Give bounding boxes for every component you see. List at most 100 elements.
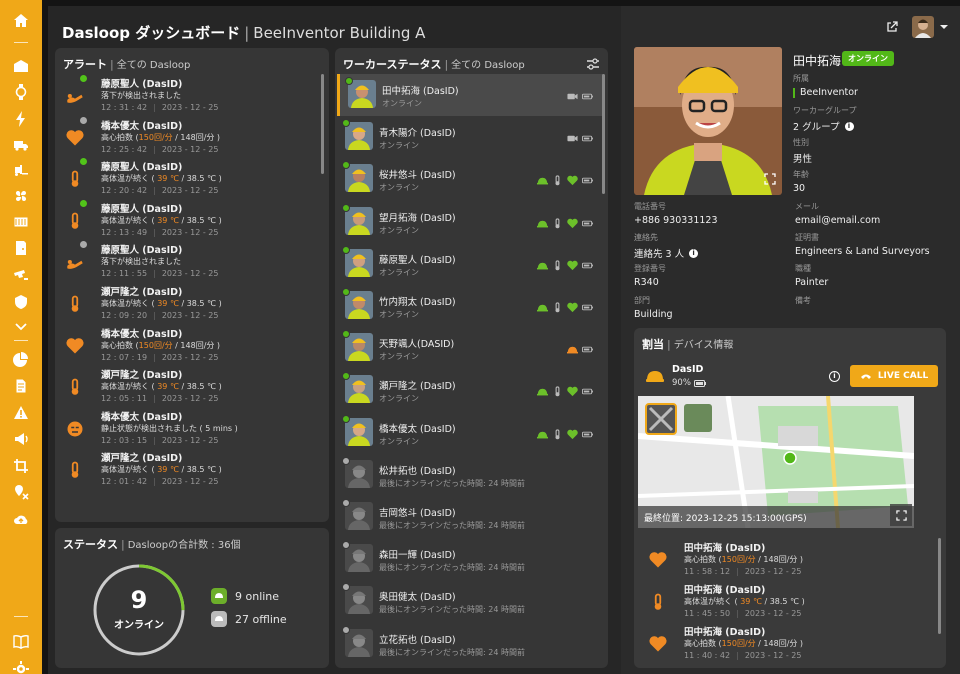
worker-list-item[interactable]: 桜井悠斗 (DasID) オンライン	[337, 158, 603, 200]
worker-name: 望月拓海 (DasID)	[379, 212, 456, 224]
crop-icon[interactable]	[11, 456, 31, 476]
heart-icon	[65, 336, 85, 356]
pie-chart-icon[interactable]	[11, 349, 31, 369]
alerts-scrollbar[interactable]	[321, 74, 324, 174]
worker-status-text: 最後にオンラインだった時間: 24 時間前	[379, 521, 525, 530]
heart-icon	[567, 382, 578, 401]
location-map[interactable]: 最終位置: 2023-12-25 15:13:00(GPS)	[638, 396, 914, 528]
worker-list-item[interactable]: 奥田健太 (DasID) 最後にオンラインだった時間: 24 時間前	[337, 580, 603, 622]
alert-item[interactable]: 田中拓海 (DasID) 高心拍数 (150回/分 / 148回/分 ) 11 …	[648, 624, 928, 666]
worker-name: 天野颯人(DASID)	[379, 339, 455, 351]
worker-list-item[interactable]: 望月拓海 (DasID) オンライン	[337, 201, 603, 243]
alert-item[interactable]: 瀬戸隆之 (DasID) 高体温が続く ( 39 ℃ / 38.5 ℃ ) 12…	[65, 450, 315, 492]
workers-header: ワーカーステータス | 全ての Dasloop	[343, 56, 525, 72]
building-icon[interactable]	[11, 56, 31, 76]
assignment-sub: デバイス情報	[673, 340, 734, 351]
alert-worker-name: 橋本優太 (DasID)	[101, 120, 183, 132]
alert-message: 高心拍数 (150回/分 / 148回/分 )	[684, 555, 804, 564]
camera-icon[interactable]	[11, 265, 31, 285]
document-icon[interactable]	[11, 376, 31, 396]
title-separator: |	[244, 24, 250, 42]
device-alerts-scrollbar[interactable]	[938, 538, 941, 634]
reg-field: 登録番号 R340	[634, 263, 666, 288]
alert-item[interactable]: 橋本優太 (DasID) 高心拍数 (150回/分 / 148回/分 ) 12 …	[65, 326, 315, 368]
alert-item[interactable]: 藤原聖人 (DasID) 高体温が続く ( 39 ℃ / 38.5 ℃ ) 12…	[65, 198, 315, 243]
worker-name: 松井拓也 (DasID)	[379, 465, 456, 477]
helmet-offline-icon	[211, 611, 227, 627]
info-icon[interactable]: i	[844, 121, 854, 131]
fullscreen-icon[interactable]	[764, 170, 776, 189]
heart-icon	[567, 256, 578, 275]
worker-sensor-icons	[537, 425, 593, 444]
fan-icon[interactable]	[11, 186, 31, 206]
title-site: BeeInventor Building A	[253, 24, 426, 42]
alert-item[interactable]: 瀬戸隆之 (DasID) 高体温が続く ( 39 ℃ / 38.5 ℃ ) 12…	[65, 284, 315, 326]
warning-icon[interactable]	[11, 403, 31, 423]
worker-list-item[interactable]: 田中拓海 (DasID) オンライン	[337, 74, 603, 116]
cloud-upload-icon[interactable]	[11, 509, 31, 529]
alert-item[interactable]: 橋本優太 (DasID) 高心拍数 (150回/分 / 148回/分 ) 12 …	[65, 115, 315, 160]
worker-list-item[interactable]: 立花拓也 (DasID) 最後にオンラインだった時間: 24 時間前	[337, 623, 603, 665]
book-icon[interactable]	[11, 631, 31, 651]
map-fullscreen-icon[interactable]	[890, 504, 912, 526]
workers-scope: 全ての Dasloop	[451, 60, 525, 71]
helmet-icon	[537, 382, 548, 401]
alert-item[interactable]: 田中拓海 (DasID) 高心拍数 (150回/分 / 148回/分 ) 11 …	[648, 540, 928, 582]
map-pin-icon[interactable]	[11, 482, 31, 502]
worker-detail-panel: 田中拓海 オンライン 所属 BeeInventor ワーカーグループ 2 グルー…	[621, 6, 960, 674]
workers-scrollbar[interactable]	[602, 74, 605, 194]
alert-item[interactable]: 瀬戸隆之 (DasID) 高体温が続く ( 39 ℃ / 38.5 ℃ ) 12…	[65, 367, 315, 409]
alert-item[interactable]: 藤原聖人 (DasID) 落下が検出されました 12 : 11 : 55 | 202…	[65, 240, 315, 284]
chevron-down-icon[interactable]	[940, 24, 948, 30]
alert-item[interactable]: 田中拓海 (DasID) 高体温が続く ( 39 ℃ / 38.5 ℃ ) 11…	[648, 582, 928, 624]
sidebar-divider	[14, 616, 28, 617]
worker-list-item[interactable]: 吉岡悠斗 (DasID) 最後にオンラインだった時間: 24 時間前	[337, 496, 603, 538]
helmet-icon	[537, 214, 548, 233]
container-icon[interactable]	[11, 212, 31, 232]
worker-list-item[interactable]: 竹内翔太 (DasID) オンライン	[337, 285, 603, 327]
worker-status-text: 最後にオンラインだった時間: 24 時間前	[379, 478, 525, 488]
info-icon[interactable]: i	[689, 248, 699, 258]
worker-list-item[interactable]: 瀬戸隆之 (DasID) オンライン	[337, 369, 603, 411]
alert-timestamp: 12 : 25 : 42 | 2023 - 12 - 25	[101, 144, 219, 154]
user-avatar[interactable]	[912, 16, 948, 38]
gear-icon[interactable]	[11, 659, 31, 674]
device-info-icon[interactable]: i	[829, 371, 840, 382]
bolt-icon[interactable]	[11, 109, 31, 129]
alert-message: 高心拍数 (150回/分 / 148回/分 )	[101, 340, 221, 350]
worker-name: 青木陽介 (DasID)	[379, 128, 456, 140]
door-icon[interactable]	[11, 238, 31, 258]
shield-icon[interactable]	[11, 292, 31, 312]
home-icon[interactable]	[11, 11, 31, 31]
alerts-panel: アラート | 全ての Dasloop 藤原聖人 (DasID) 落下が検出されました…	[55, 48, 329, 522]
thermometer-icon	[552, 425, 563, 444]
open-external-icon[interactable]	[886, 18, 898, 37]
live-call-button[interactable]: LIVE CALL	[850, 365, 938, 387]
status-dot	[79, 115, 88, 125]
alert-item[interactable]: 藤原聖人 (DasID) 高体温が続く ( 39 ℃ / 38.5 ℃ ) 12…	[65, 157, 315, 201]
alert-item[interactable]: 藤原聖人 (DasID) 落下が検出されました 12 : 31 : 42 | 202…	[65, 74, 315, 118]
alert-timestamp: 11 : 40 : 42 | 2023 - 12 - 25	[684, 651, 802, 660]
worker-list-item[interactable]: 森田一輝 (DasID) 最後にオンラインだった時間: 24 時間前	[337, 538, 603, 580]
worker-sensor-icons	[567, 340, 593, 359]
worker-sensor-icons	[567, 87, 593, 106]
filter-icon[interactable]	[586, 56, 600, 70]
cert-label: 証明書	[795, 233, 819, 242]
alert-timestamp: 11 : 45 : 50 | 2023 - 12 - 25	[684, 609, 802, 618]
truck-icon[interactable]	[11, 135, 31, 155]
worker-list-item[interactable]: 松井拓也 (DasID) 最後にオンラインだった時間: 24 時間前	[337, 454, 603, 496]
worker-list-item[interactable]: 天野颯人(DASID) オンライン	[337, 327, 603, 369]
worker-list-item[interactable]: 橋本優太 (DasID) オンライン	[337, 412, 603, 454]
megaphone-icon[interactable]	[11, 429, 31, 449]
worker-list-item[interactable]: 藤原聖人 (DasID) オンライン	[337, 243, 603, 285]
chevron-down-icon[interactable]	[11, 316, 31, 336]
forklift-icon[interactable]	[11, 160, 31, 180]
status-sep: |	[121, 538, 125, 551]
battery-icon	[582, 298, 593, 317]
battery-icon	[582, 171, 593, 190]
alert-item[interactable]: 橋本優太 (DasID) 静止状態が検出されました ( 5 mins ) 12 …	[65, 409, 315, 451]
worker-list-item[interactable]: 青木陽介 (DasID) オンライン	[337, 116, 603, 158]
alert-timestamp: 12 : 05 : 11 | 2023 - 12 - 25	[101, 394, 219, 404]
watch-icon[interactable]	[11, 82, 31, 102]
battery-icon	[582, 129, 593, 148]
